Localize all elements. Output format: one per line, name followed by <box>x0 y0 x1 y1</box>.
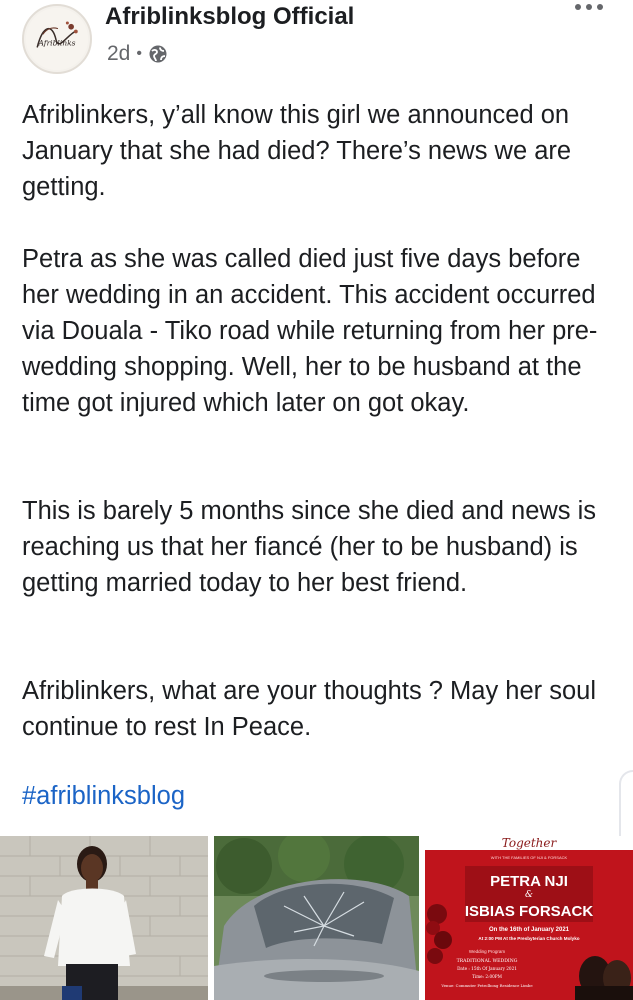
post-header: Afriblinks Afriblinksblog Official 2d • <box>0 0 633 80</box>
svg-text:Date : 15th Of January 2021: Date : 15th Of January 2021 <box>457 966 517 971</box>
svg-text:TRADITIONAL WEDDING: TRADITIONAL WEDDING <box>457 958 518 964</box>
svg-text:WITH THE FAMILIES OF NJI & FOR: WITH THE FAMILIES OF NJI & FORSACK <box>491 855 568 860</box>
afriblinks-logo-icon: Afriblinks <box>25 7 89 71</box>
wedding-invitation-card[interactable]: Together WITH THE FAMILIES OF NJI & FORS… <box>425 836 633 1000</box>
svg-text:Venue: Commuter Petrolbong Res: Venue: Commuter Petrolbong Residence Lim… <box>440 983 533 988</box>
svg-text:ISBIAS FORSACK: ISBIAS FORSACK <box>465 903 594 920</box>
meta-separator: • <box>136 45 142 62</box>
post-paragraph-4: Afriblinkers, what are your thoughts ? M… <box>22 677 597 741</box>
svg-text:Afriblinks: Afriblinks <box>37 39 75 48</box>
globe-icon <box>148 44 168 64</box>
svg-text:Together: Together <box>502 836 558 850</box>
post-paragraph-2: Petra as she was called died just five d… <box>22 245 598 417</box>
svg-text:On the 16th of January 2021: On the 16th of January 2021 <box>489 927 570 933</box>
page-avatar[interactable]: Afriblinks <box>22 4 92 74</box>
post-paragraph-1: Afriblinkers, y’all know this girl we an… <box>22 101 572 201</box>
post-time[interactable]: 2d <box>107 42 130 66</box>
post-paragraph-3: This is barely 5 months since she died a… <box>22 497 597 597</box>
hashtag-link[interactable]: #afriblinksblog <box>22 782 185 811</box>
svg-text:PETRA NJI: PETRA NJI <box>490 873 568 890</box>
svg-text:Time: 2:00PM: Time: 2:00PM <box>472 974 503 979</box>
post-meta: 2d • <box>107 42 168 66</box>
svg-text:Wedding Program: Wedding Program <box>469 949 505 954</box>
photo-gallery: Together WITH THE FAMILIES OF NJI & FORS… <box>0 836 633 1000</box>
photo-girl[interactable] <box>0 836 208 1000</box>
svg-text:At 2:00 PM At the Presbyterian: At 2:00 PM At the Presbyterian Church Mo… <box>478 936 579 941</box>
photo-car-wreck[interactable] <box>214 836 419 1000</box>
page-name[interactable]: Afriblinksblog Official <box>105 3 354 31</box>
svg-text:&: & <box>525 890 533 900</box>
more-horizontal-icon[interactable] <box>575 4 603 10</box>
